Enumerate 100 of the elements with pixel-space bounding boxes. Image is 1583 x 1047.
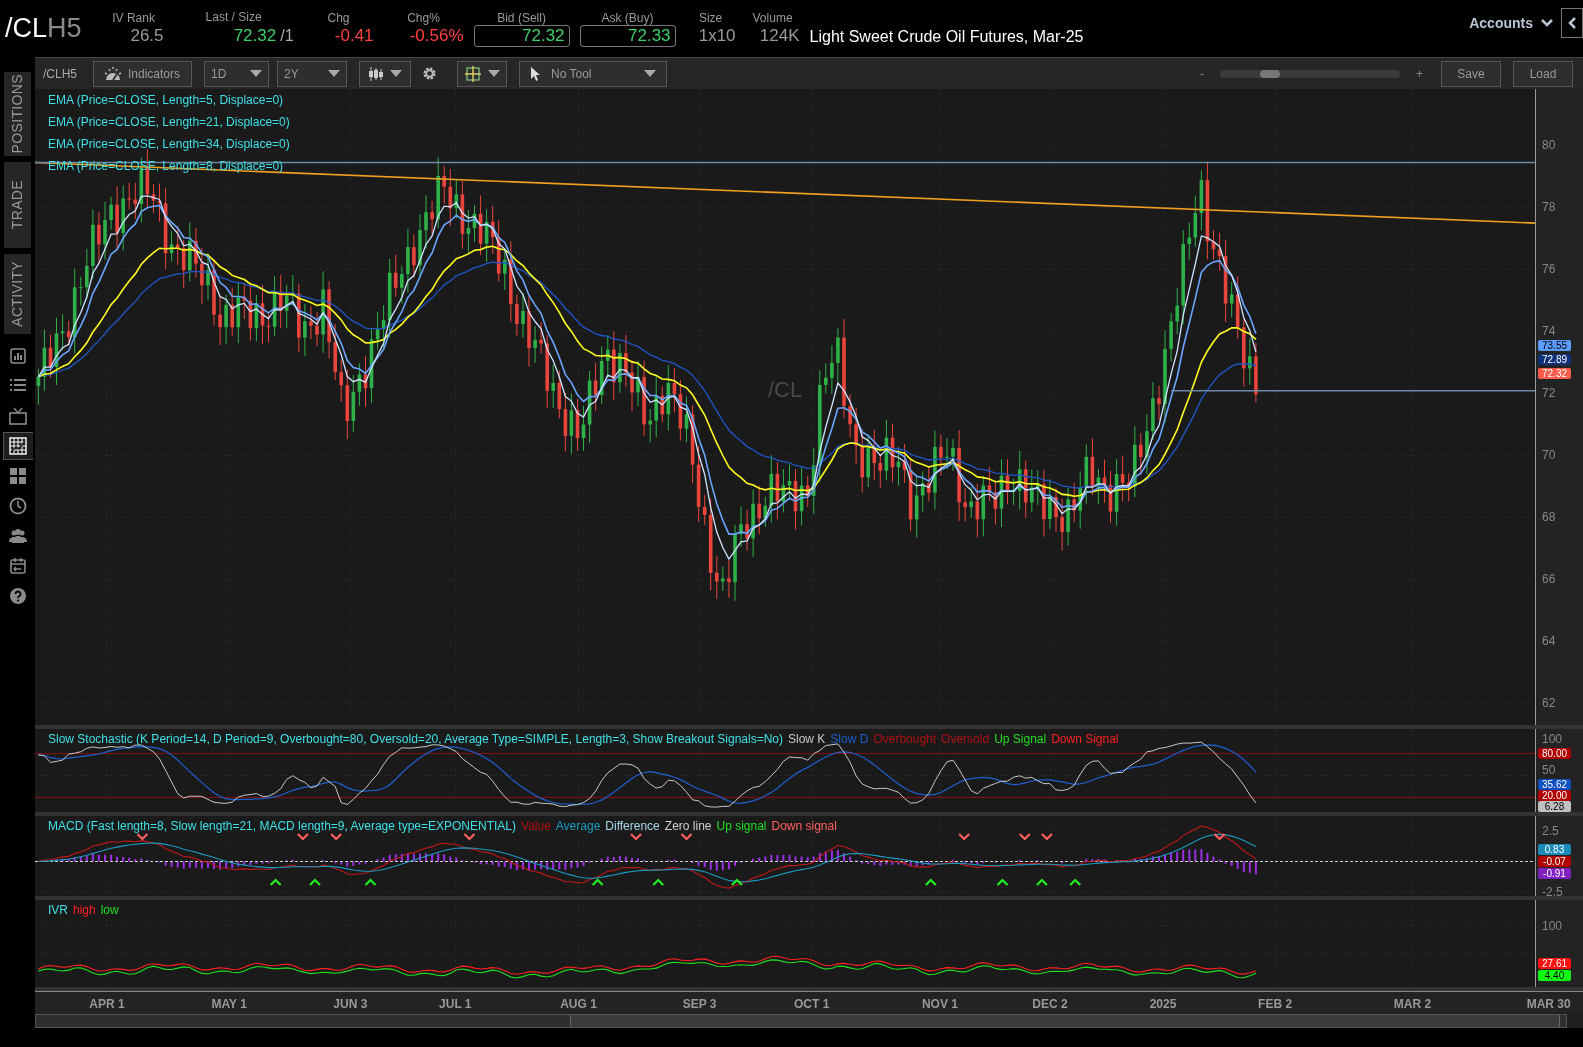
chart-grid-icon — [8, 436, 28, 456]
axis-date-label: SEP 3 — [682, 996, 717, 1013]
chevron-left-icon — [1568, 17, 1576, 29]
zoom-in-label[interactable]: + — [1416, 64, 1423, 83]
zoom-slider-thumb[interactable] — [1260, 69, 1280, 78]
axis-date-label: AUG 1 — [560, 996, 597, 1013]
axis-date-label: NOV 1 — [921, 996, 958, 1013]
calendar-icon — [7, 556, 28, 576]
toolbar-symbol: /CLH5 — [43, 65, 77, 83]
axis-tick-label: 76 — [1542, 262, 1556, 277]
value-badge: 20.00 — [1538, 789, 1571, 801]
value-badge: 6.28 — [1538, 800, 1571, 812]
sidebar-icon-button[interactable] — [2, 432, 33, 460]
quote-label: Chg% — [407, 10, 440, 25]
quote-label: Size — [698, 10, 723, 25]
legend-item: Oversold — [941, 731, 990, 748]
quote-value[interactable]: 72.33 — [579, 24, 676, 47]
scrollbar-thumb[interactable] — [570, 1014, 1560, 1027]
quote-label: IV Rank — [112, 10, 155, 25]
legend-item: Value — [521, 818, 551, 835]
axis-date-label: FEB 2 — [1258, 996, 1293, 1013]
axis-date-label: DEC 2 — [1032, 996, 1068, 1013]
axis-tick-label: 50 — [1542, 762, 1556, 777]
save-button[interactable]: Save — [1441, 60, 1501, 87]
legend-item: Average — [555, 818, 601, 835]
chart-style-button[interactable] — [359, 60, 411, 87]
legend-item: Up Signal — [994, 731, 1047, 748]
legend-item: Overbought — [873, 731, 937, 748]
legend-item: Slow D — [830, 731, 869, 748]
quote-value: 72.32 — [233, 24, 277, 47]
axis-tick-label: 80 — [1542, 138, 1556, 153]
quote-value: -0.56% — [409, 25, 464, 47]
crosshair-icon — [464, 65, 482, 82]
accounts-menu[interactable]: Accounts — [1469, 12, 1553, 34]
axis-date-label: MAR 2 — [1393, 996, 1432, 1013]
value-badge: 80.00 — [1538, 747, 1571, 759]
study-label: MACD (Fast length=8, Slow length=21, MACD length=9, Average type=EXPONENTIAL) — [48, 818, 516, 835]
chevron-down-icon — [1541, 19, 1553, 27]
study-label: EMA (Price=CLOSE, Length=34, Displace=0) — [48, 136, 290, 153]
side-tab[interactable]: ACTIVITY — [4, 254, 31, 334]
clock-icon — [7, 496, 28, 516]
axis-tick-label: 70 — [1542, 448, 1556, 463]
axis-date-label: OCT 1 — [794, 996, 830, 1013]
value-badge: 4.40 — [1538, 969, 1571, 981]
axis-date-label: JUN 3 — [333, 996, 368, 1013]
load-button[interactable]: Load — [1513, 60, 1573, 87]
axis-date-label: MAR 30 — [1526, 996, 1571, 1013]
side-tab[interactable]: TRADE — [4, 162, 31, 248]
help-icon — [7, 586, 28, 606]
value-badge: -0.91 — [1538, 867, 1571, 879]
news-icon — [7, 346, 28, 366]
symbol-suffix: H5 — [47, 15, 82, 42]
legend-item: Zero line — [664, 818, 712, 835]
legend-item: high — [73, 902, 96, 919]
horizontal-scrollbar[interactable] — [35, 1013, 1567, 1028]
quote-label: Ask (Buy) — [601, 10, 654, 25]
value-badge: 72.32 — [1538, 367, 1571, 379]
zoom-out-label[interactable]: - — [1200, 64, 1204, 83]
collapse-button[interactable] — [1561, 8, 1583, 38]
value-badge: -0.07 — [1538, 855, 1571, 867]
zoom-slider[interactable] — [1220, 69, 1400, 78]
axis-tick-label: 72 — [1542, 386, 1556, 401]
caret-icon — [390, 70, 402, 77]
tv-icon — [7, 406, 28, 426]
axis-tick-label: 62 — [1542, 696, 1556, 711]
candlestick-icon — [368, 66, 384, 81]
legend-item: Difference — [605, 818, 660, 835]
quote-value[interactable]: 72.32 — [473, 24, 570, 47]
legend-item: Down Signal — [1051, 731, 1119, 748]
axis-tick-label: 2.5 — [1542, 823, 1559, 838]
value-badge: 72.89 — [1538, 353, 1571, 365]
axis-date-label: 2025 — [1149, 996, 1177, 1013]
caret-icon — [250, 70, 262, 77]
grid-icon — [7, 466, 28, 486]
value-badge: 27.61 — [1538, 957, 1571, 969]
indicators-button[interactable]: Indicators — [93, 60, 192, 87]
axis-tick-label: 64 — [1542, 634, 1556, 649]
quote-value: 124K — [759, 24, 800, 47]
axis-date-label: JUL 1 — [439, 996, 472, 1013]
quote-size: /1 — [280, 25, 294, 46]
tool-dropdown[interactable]: No Tool — [519, 60, 667, 87]
axis-tick-label: 68 — [1542, 510, 1556, 525]
study-label: IVR — [48, 902, 68, 919]
axis-tick-label: -2.5 — [1542, 885, 1563, 900]
people-icon — [7, 526, 28, 546]
quote-value: 26.5 — [130, 24, 164, 47]
axis-tick-label: 74 — [1542, 324, 1556, 339]
study-label: EMA (Price=CLOSE, Length=5, Displace=0) — [48, 92, 284, 109]
aggregation-dropdown[interactable]: 1D — [204, 60, 269, 87]
side-tab[interactable]: POSITIONS — [4, 72, 31, 156]
study-label: Slow Stochastic (K Period=14, D Period=9, Overbought=80, Oversold=20, Average Type=SIMPLE, Length=3, Show Breakout Signals=No) — [48, 731, 783, 748]
range-dropdown[interactable]: 2Y — [277, 60, 347, 87]
symbol: /CL — [5, 15, 48, 42]
legend-item: Up signal — [716, 818, 767, 835]
caret-icon — [328, 70, 340, 77]
quote-value: -0.41 — [334, 25, 374, 47]
quote-value: 1x10 — [698, 24, 736, 47]
drawing-tools-button[interactable] — [457, 60, 507, 87]
quote-label: Volume — [752, 10, 793, 25]
axis-date-label: APR 1 — [89, 996, 125, 1013]
